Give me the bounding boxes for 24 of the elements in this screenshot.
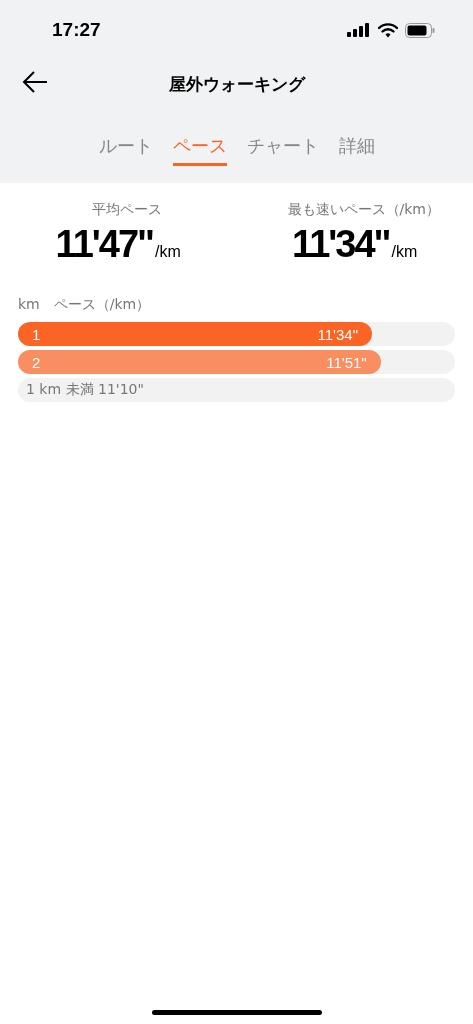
tab[interactable]: ペース (172, 134, 227, 166)
stat-unit: /km (155, 243, 181, 261)
split-pace: 11'51" (326, 353, 367, 371)
page-title: 屋外ウォーキング (168, 72, 305, 96)
split-pace: 11'34" (317, 325, 358, 343)
remainder-split: 1 km 未満 11'10" (25, 381, 144, 399)
stat-label: 最も速いペース（/km） (287, 201, 440, 219)
tab[interactable]: チャート (246, 134, 319, 166)
back-arrow-icon (22, 71, 48, 93)
tab[interactable]: 詳細 (338, 134, 375, 166)
battery-icon (405, 22, 435, 38)
split-km: 1 (32, 325, 41, 343)
column-header: ペース（/km） (53, 296, 151, 314)
stat-label: 平均ペース (92, 201, 163, 219)
stat-value: 11'34" (292, 223, 390, 266)
tab[interactable]: ルート (98, 134, 153, 166)
column-header: km (18, 296, 40, 314)
split-km: 2 (32, 353, 41, 371)
signal-icon (347, 23, 371, 37)
back-button[interactable] (22, 71, 48, 93)
stat-value: 11'47" (55, 223, 154, 266)
status-time: 17:27 (52, 19, 101, 41)
wifi-icon (378, 22, 398, 38)
stat-unit: /km (391, 243, 418, 261)
